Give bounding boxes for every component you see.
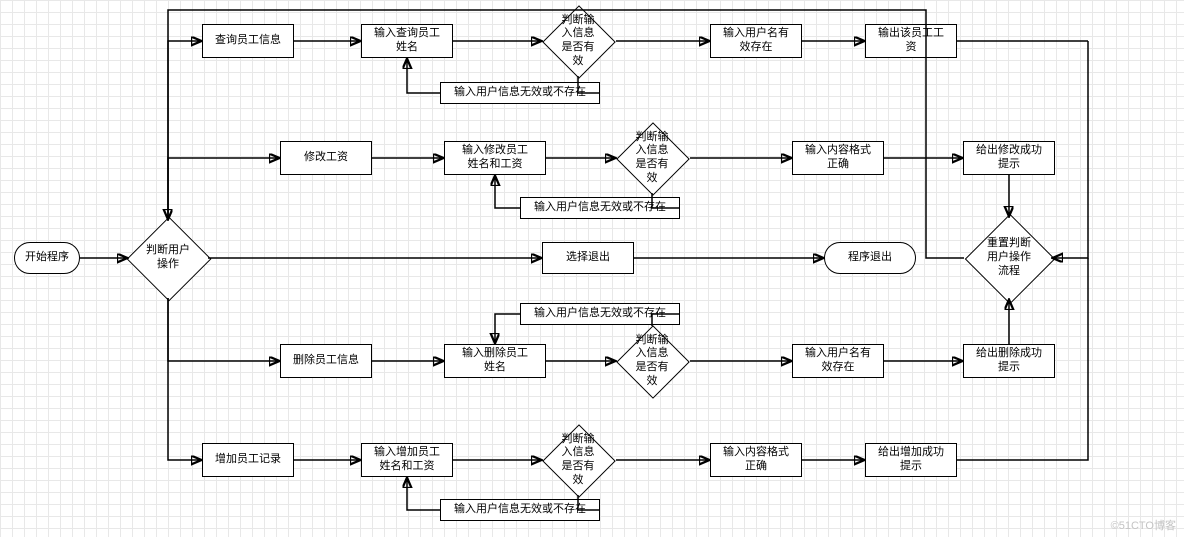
query-out-label: 输出该员工工资 (878, 27, 944, 55)
reset-diamond: 重置判断用户操作流程 (978, 227, 1040, 289)
query-info-rect: 查询员工信息 (202, 24, 294, 58)
invalid1-label: 输入用户信息无效或不存在 (454, 86, 586, 100)
modify-ok-label: 给出修改成功提示 (976, 144, 1042, 172)
query-info-label: 查询员工信息 (215, 34, 281, 48)
judge-diamond: 判断用户操作 (139, 229, 197, 287)
select-exit-rect: 选择退出 (542, 242, 634, 274)
modify-label: 修改工资 (304, 151, 348, 165)
modify-fmt-rect: 输入内容格式正确 (792, 141, 884, 175)
query-exist-label: 输入用户名有效存在 (723, 27, 789, 55)
modify-valid-diamond: 判断输入信息是否有效 (627, 133, 677, 183)
delete-valid-label: 判断输入信息是否有效 (627, 330, 677, 393)
modify-valid-label: 判断输入信息是否有效 (627, 127, 677, 190)
invalid3-rect: 输入用户信息无效或不存在 (520, 303, 680, 325)
invalid4-label: 输入用户信息无效或不存在 (454, 503, 586, 517)
judge-label: 判断用户操作 (139, 240, 197, 276)
watermark: ©51CTO博客 (1111, 517, 1176, 533)
add-label: 增加员工记录 (215, 453, 281, 467)
prog-exit-node: 程序退出 (824, 242, 916, 274)
query-out-rect: 输出该员工工资 (865, 24, 957, 58)
prog-exit-label: 程序退出 (848, 251, 892, 265)
add-in-label: 输入增加员工姓名和工资 (374, 446, 440, 474)
delete-ok-label: 给出删除成功提示 (976, 347, 1042, 375)
invalid2-label: 输入用户信息无效或不存在 (534, 201, 666, 215)
reset-label: 重置判断用户操作流程 (978, 233, 1040, 282)
add-valid-diamond: 判断输入信息是否有效 (553, 435, 603, 485)
add-valid-label: 判断输入信息是否有效 (553, 429, 603, 492)
modify-in-rect: 输入修改员工姓名和工资 (444, 141, 546, 175)
query-exist-rect: 输入用户名有效存在 (710, 24, 802, 58)
invalid3-label: 输入用户信息无效或不存在 (534, 307, 666, 321)
delete-ok-rect: 给出删除成功提示 (963, 344, 1055, 378)
start-label: 开始程序 (25, 251, 69, 265)
modify-rect: 修改工资 (280, 141, 372, 175)
modify-ok-rect: 给出修改成功提示 (963, 141, 1055, 175)
delete-in-label: 输入删除员工姓名 (462, 347, 528, 375)
delete-rect: 删除员工信息 (280, 344, 372, 378)
delete-exist-label: 输入用户名有效存在 (805, 347, 871, 375)
query-valid-diamond: 判断输入信息是否有效 (553, 16, 603, 66)
add-ok-rect: 给出增加成功提示 (865, 443, 957, 477)
query-valid-label: 判断输入信息是否有效 (553, 10, 603, 73)
query-name-label: 输入查询员工姓名 (374, 27, 440, 55)
invalid4-rect: 输入用户信息无效或不存在 (440, 499, 600, 521)
add-in-rect: 输入增加员工姓名和工资 (361, 443, 453, 477)
modify-in-label: 输入修改员工姓名和工资 (462, 144, 528, 172)
start-node: 开始程序 (14, 242, 80, 274)
add-rect: 增加员工记录 (202, 443, 294, 477)
invalid2-rect: 输入用户信息无效或不存在 (520, 197, 680, 219)
delete-valid-diamond: 判断输入信息是否有效 (627, 336, 677, 386)
delete-exist-rect: 输入用户名有效存在 (792, 344, 884, 378)
add-fmt-label: 输入内容格式正确 (723, 446, 789, 474)
add-ok-label: 给出增加成功提示 (878, 446, 944, 474)
delete-label: 删除员工信息 (293, 354, 359, 368)
add-fmt-rect: 输入内容格式正确 (710, 443, 802, 477)
query-name-rect: 输入查询员工姓名 (361, 24, 453, 58)
select-exit-label: 选择退出 (566, 251, 610, 265)
delete-in-rect: 输入删除员工姓名 (444, 344, 546, 378)
modify-fmt-label: 输入内容格式正确 (805, 144, 871, 172)
invalid1-rect: 输入用户信息无效或不存在 (440, 82, 600, 104)
